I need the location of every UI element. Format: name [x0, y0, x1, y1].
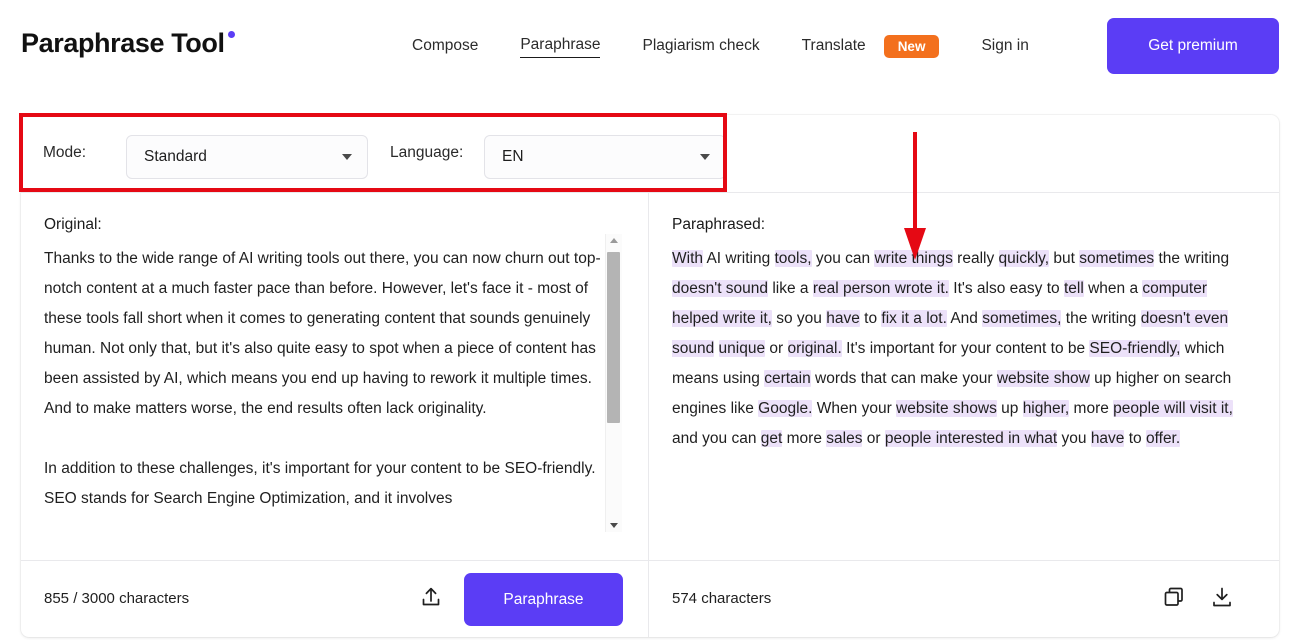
- highlighted-segment: write things: [874, 250, 953, 267]
- highlighted-segment: certain: [764, 370, 811, 387]
- sign-in-link[interactable]: Sign in: [981, 35, 1028, 57]
- highlighted-segment: people interested in what: [884, 430, 1058, 447]
- highlighted-segment: website show: [996, 370, 1090, 387]
- highlighted-segment: sometimes: [1079, 250, 1155, 267]
- original-character-count: 855 / 3000 characters: [44, 590, 190, 607]
- highlighted-segment: Google.: [758, 400, 813, 417]
- highlighted-segment: people will visit it,: [1113, 400, 1233, 417]
- highlighted-segment: have: [1090, 430, 1125, 447]
- original-panel-title: Original:: [44, 216, 102, 233]
- original-textarea[interactable]: Thanks to the wide range of AI writing t…: [44, 244, 606, 544]
- paraphrased-character-count: 574 characters: [672, 590, 772, 607]
- chevron-down-icon: [700, 154, 710, 160]
- nav-item-plagiarism-check[interactable]: Plagiarism check: [642, 35, 759, 57]
- upload-icon[interactable]: [420, 585, 442, 609]
- paraphrase-workspace: Mode: Standard Language: EN Original: Th…: [21, 115, 1279, 637]
- site-header: Paraphrase Tool Compose Paraphrase Plagi…: [0, 0, 1300, 92]
- highlighted-segment: With: [672, 250, 703, 267]
- highlighted-segment: website shows: [896, 400, 997, 417]
- options-toolbar: Mode: Standard Language: EN: [21, 115, 1279, 193]
- highlighted-segment: SEO-friendly,: [1089, 340, 1181, 357]
- nav-item-compose[interactable]: Compose: [412, 35, 478, 57]
- highlighted-segment: quickly,: [998, 250, 1050, 267]
- highlighted-segment: fix it a lot.: [881, 310, 947, 327]
- language-select[interactable]: EN: [484, 135, 726, 179]
- highlighted-segment: higher,: [1022, 400, 1070, 417]
- highlighted-segment: tell: [1063, 280, 1084, 297]
- highlighted-segment: tools,: [774, 250, 812, 267]
- scroll-down-arrow-icon[interactable]: [610, 523, 618, 528]
- highlighted-segment: doesn't sound: [672, 280, 769, 297]
- nav-item-paraphrase[interactable]: Paraphrase: [520, 34, 601, 58]
- highlighted-segment: sales: [826, 430, 863, 447]
- highlighted-segment: unique: [718, 340, 766, 357]
- brand-name: Paraphrase Tool: [21, 28, 225, 58]
- language-select-value: EN: [502, 148, 524, 165]
- highlighted-segment: get: [760, 430, 783, 447]
- highlighted-segment: have: [826, 310, 860, 327]
- download-icon[interactable]: [1210, 585, 1234, 609]
- paraphrased-panel-title: Paraphrased:: [672, 216, 766, 233]
- original-paragraph-2: In addition to these challenges, it's im…: [44, 460, 596, 507]
- chevron-down-icon: [342, 154, 352, 160]
- paraphrased-paragraph: With AI writing tools, you can write thi…: [672, 250, 1233, 447]
- get-premium-button[interactable]: Get premium: [1107, 18, 1279, 74]
- copy-icon[interactable]: [1162, 585, 1186, 609]
- highlighted-segment: original.: [787, 340, 842, 357]
- original-paragraph-1: Thanks to the wide range of AI writing t…: [44, 250, 601, 417]
- language-label: Language:: [390, 144, 464, 161]
- paraphrase-button[interactable]: Paraphrase: [464, 573, 623, 626]
- original-panel: Original: Thanks to the wide range of AI…: [21, 192, 649, 560]
- original-scrollbar[interactable]: [605, 234, 622, 532]
- mode-label: Mode:: [43, 144, 87, 161]
- highlighted-segment: offer.: [1145, 430, 1181, 447]
- editor-footer: 855 / 3000 characters Paraphrase 574 cha…: [21, 560, 1279, 637]
- brand-logo[interactable]: Paraphrase Tool: [21, 28, 235, 59]
- mode-select[interactable]: Standard: [126, 135, 368, 179]
- main-navigation: Compose Paraphrase Plagiarism check Tran…: [412, 32, 1059, 60]
- mode-select-value: Standard: [144, 148, 207, 165]
- highlighted-segment: sometimes,: [982, 310, 1062, 327]
- new-badge: New: [883, 34, 940, 58]
- paraphrased-footer: 574 characters: [649, 561, 1279, 637]
- brand-dot-icon: [227, 31, 235, 38]
- editor-panels: Original: Thanks to the wide range of AI…: [21, 192, 1279, 560]
- paraphrased-output[interactable]: With AI writing tools, you can write thi…: [672, 244, 1250, 544]
- original-footer: 855 / 3000 characters Paraphrase: [21, 561, 649, 637]
- paraphrased-panel: Paraphrased: With AI writing tools, you …: [649, 192, 1279, 560]
- scroll-up-arrow-icon[interactable]: [610, 238, 618, 243]
- scrollbar-thumb[interactable]: [607, 252, 620, 423]
- nav-item-translate[interactable]: Translate: [802, 35, 866, 57]
- highlighted-segment: real person wrote it.: [812, 280, 949, 297]
